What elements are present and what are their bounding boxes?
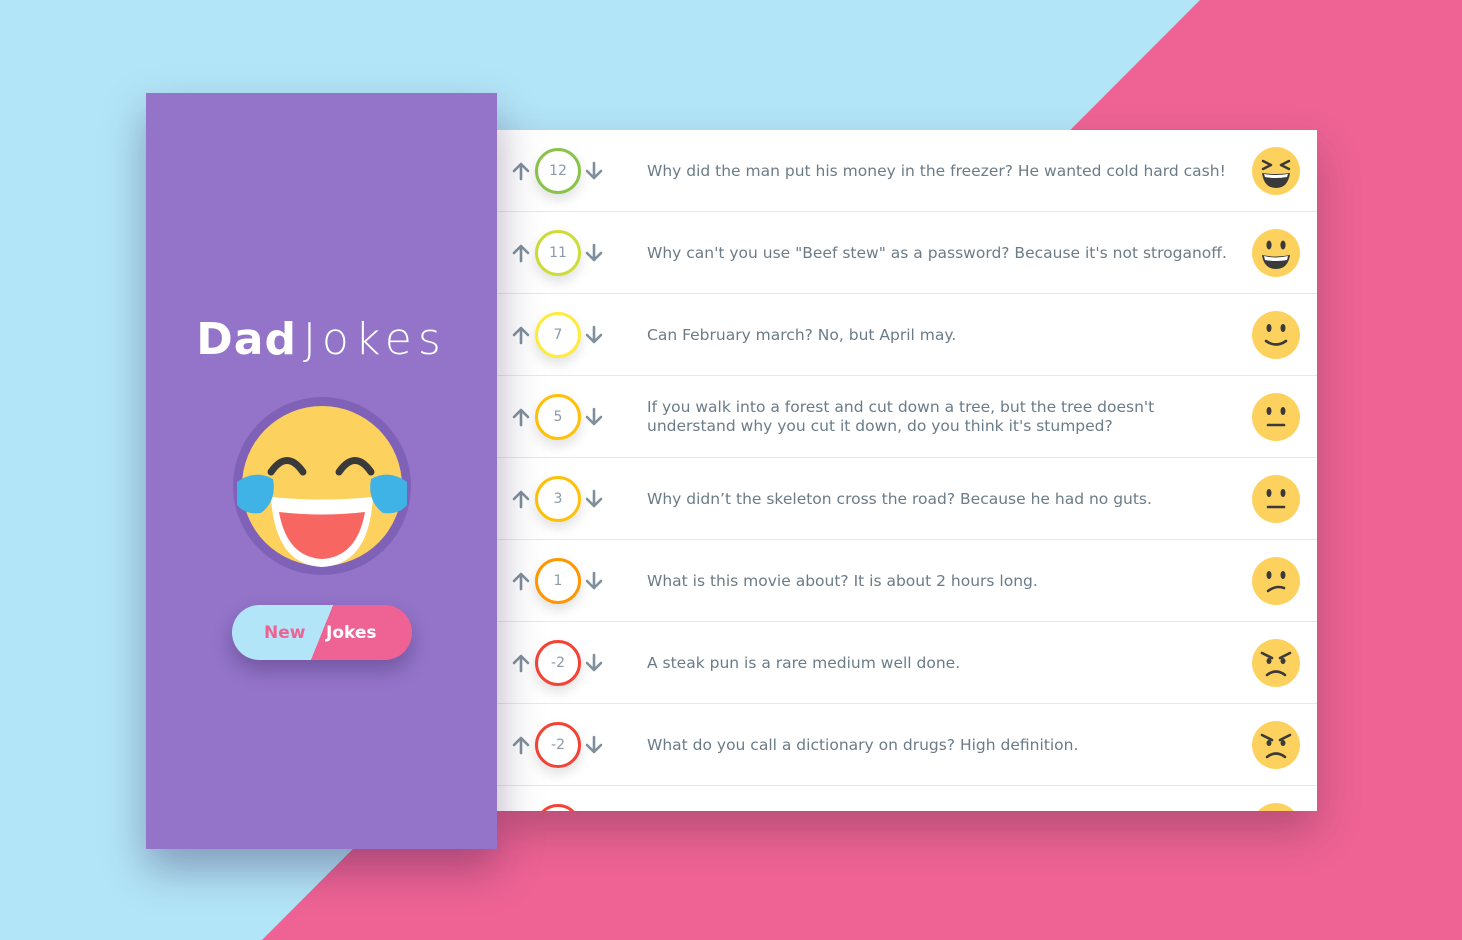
jokes-list: 12 Why did the man put his money in the f… [497, 130, 1317, 811]
joke-text: What do you call a dictionary on drugs? … [647, 735, 1079, 754]
upvote-arrow-icon[interactable] [511, 161, 531, 181]
downvote-arrow-icon[interactable] [584, 407, 604, 427]
joke-text: If you walk into a forest and cut down a… [647, 398, 1155, 435]
confused-face-icon [1251, 556, 1301, 606]
vote-count: 1 [535, 558, 581, 604]
joke-row: 5 If you walk into a forest and cut down … [497, 376, 1317, 458]
title-light: Jokes [302, 314, 447, 365]
vote-count: 5 [535, 394, 581, 440]
upvote-arrow-icon[interactable] [511, 489, 531, 509]
downvote-arrow-icon[interactable] [584, 243, 604, 263]
downvote-arrow-icon[interactable] [584, 489, 604, 509]
vote-count: 11 [535, 230, 581, 276]
neutral-face-icon [1251, 392, 1301, 442]
joke-row: 1 What is this movie about? It is about 2… [497, 540, 1317, 622]
upvote-arrow-icon[interactable] [511, 653, 531, 673]
vote-count: -2 [535, 640, 581, 686]
joke-row: 7 Can February march? No, but April may. [497, 294, 1317, 376]
downvote-arrow-icon[interactable] [584, 325, 604, 345]
jokes-label: Jokes [326, 623, 377, 643]
new-label: New [264, 623, 306, 643]
downvote-arrow-icon[interactable] [584, 571, 604, 591]
upvote-arrow-icon[interactable] [511, 735, 531, 755]
downvote-arrow-icon[interactable] [584, 735, 604, 755]
joke-row: -2 A steak pun is a rare medium well done… [497, 622, 1317, 704]
angry-face-icon [1251, 720, 1301, 770]
joke-text: What is this movie about? It is about 2 … [647, 571, 1038, 590]
joke-row-partial [497, 786, 1317, 811]
angry-face-icon [1251, 802, 1301, 811]
angry-face-icon [1251, 638, 1301, 688]
upvote-arrow-icon[interactable] [511, 407, 531, 427]
new-jokes-button[interactable]: New Jokes [232, 605, 412, 660]
vote-count [535, 804, 581, 811]
neutral-face-icon [1251, 474, 1301, 524]
joke-text: Why did the man put his money in the fre… [647, 161, 1226, 180]
joke-text: A steak pun is a rare medium well done. [647, 653, 961, 672]
joke-text: Can February march? No, but April may. [647, 325, 957, 344]
smile-face-icon [1251, 310, 1301, 360]
joke-text: Why didn’t the skeleton cross the road? … [647, 489, 1152, 508]
vote-count: 12 [535, 148, 581, 194]
upvote-arrow-icon[interactable] [511, 243, 531, 263]
grin-face-icon [1251, 228, 1301, 278]
upvote-arrow-icon[interactable] [511, 571, 531, 591]
joke-row: 11 Why can't you use "Beef stew" as a pas… [497, 212, 1317, 294]
app-title: Dad Jokes [146, 314, 497, 365]
joke-row: -2 What do you call a dictionary on drugs… [497, 704, 1317, 786]
laughing-face-icon [1251, 146, 1301, 196]
vote-count: 7 [535, 312, 581, 358]
joke-text: Why can't you use "Beef stew" as a passw… [647, 243, 1227, 262]
vote-count: -2 [535, 722, 581, 768]
joke-row: 3 Why didn’t the skeleton cross the road?… [497, 458, 1317, 540]
title-bold: Dad [196, 314, 297, 365]
downvote-arrow-icon[interactable] [584, 653, 604, 673]
joke-row: 12 Why did the man put his money in the f… [497, 130, 1317, 212]
vote-count: 3 [535, 476, 581, 522]
downvote-arrow-icon[interactable] [584, 161, 604, 181]
upvote-arrow-icon[interactable] [511, 325, 531, 345]
laughing-tears-icon [233, 397, 411, 575]
